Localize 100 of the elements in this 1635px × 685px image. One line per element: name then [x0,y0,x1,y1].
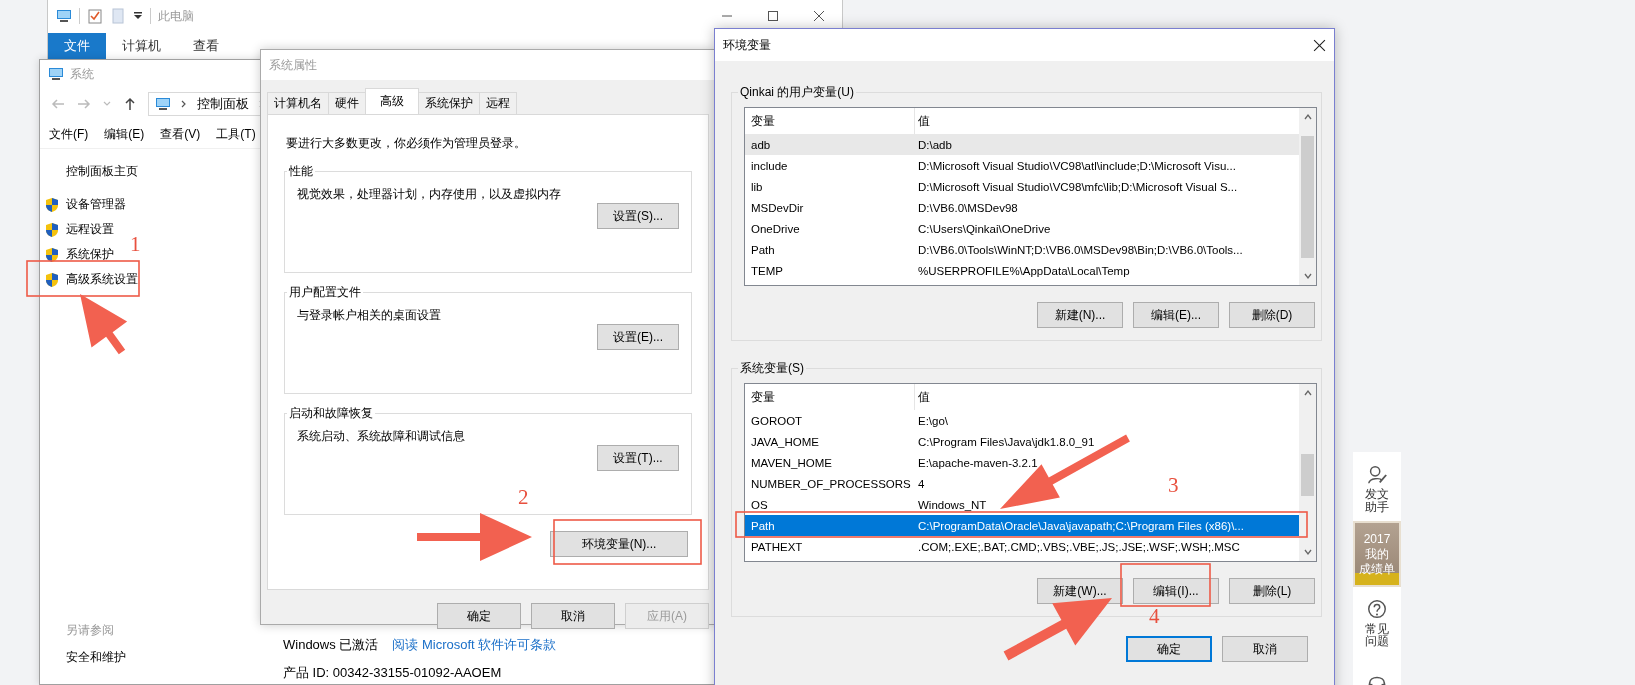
menu-item[interactable]: 编辑(E) [104,125,145,143]
menu-item[interactable]: 工具(T) [216,125,256,143]
table-cell-text: TEMP [750,264,784,277]
table-cell-text: D:\adb [917,138,952,151]
sidebar-link[interactable]: 控制面板主页 [66,163,260,180]
list-row[interactable]: TEMP %USERPROFILE%\AppData\Local\Temp [745,260,1130,281]
table-cell-text: 4 [917,477,925,490]
dialog-button[interactable]: 确定 [1126,636,1212,662]
tab[interactable]: 远程 [479,92,517,114]
tab[interactable]: 计算机名 [267,92,329,114]
notice-text: 要进行大多数更改，你必须作为管理员登录。 [286,135,527,152]
list-row[interactable]: MAVEN_HOME E:\apache-maven-3.2.1 [745,452,1038,473]
ribbon-tab[interactable]: 计算机 [106,33,177,59]
column-header[interactable]: 值 [915,108,930,134]
table-cell-text: E:\go\ [917,414,949,427]
sidebar-link[interactable]: 远程设置 [66,221,114,238]
scrollbar[interactable] [1299,384,1316,561]
activation-status: Windows 已激活 [283,636,379,654]
list-action-button[interactable]: 编辑(E)... [1133,302,1219,328]
table-cell-text: Path [750,519,776,532]
table-cell-text: adb [750,138,772,151]
menu-item[interactable]: 文件(F) [49,125,89,143]
table-cell-text: %USERPROFILE%\AppData\Local\Temp [917,264,1130,277]
scroll-thumb[interactable] [1301,454,1314,496]
shield-icon [44,221,60,238]
section-heading: 另请参阅 [66,622,115,639]
window-title: 环境变量 [723,36,771,54]
table-cell-text: include [750,159,789,172]
list-row[interactable]: NUMBER_OF_PROCESSORS 4 [745,473,925,494]
step-number: 1 [130,232,141,256]
list-row[interactable]: include D:\Microsoft Visual Studio\VC98\atl\include;D:\Microsoft Visu... [745,155,1236,176]
list-row[interactable]: Path D:\VB6.0\Tools\WinNT;D:\VB6.0\MSDev98\Bin;D:\VB6.0\Tools... [745,239,1243,260]
step-number: 4 [1149,604,1160,628]
list-row[interactable]: GOROOT E:\go\ [745,410,949,431]
table-cell-text: OneDrive [750,222,801,235]
settings-button[interactable]: 设置(T)... [597,445,679,471]
table-cell-text: OS [750,498,769,511]
table-cell-text: Windows_NT [917,498,987,511]
list-row[interactable]: JAVA_HOME C:\Program Files\Java\jdk1.8.0_91 [745,431,1095,452]
group-title: 系统变量(S) [739,360,805,377]
table-cell-text: Path [750,243,776,256]
table-cell-text: GOROOT [750,414,804,427]
window-title: 系统属性 [269,56,317,74]
table-cell-text: E:\apache-maven-3.2.1 [917,456,1038,469]
dialog-button[interactable]: 取消 [531,603,615,629]
side-tool-button[interactable]: 常见问题 [1365,586,1389,656]
list-row[interactable]: PATHEXT .COM;.EXE;.BAT;.CMD;.VBS;.VBE;.JS;.JSE;.WSF;.WSH;.MSC [745,536,1240,557]
list-row[interactable]: Path C:\ProgramData\Oracle\Java\javapath;C:\Program Files (x86)\... [745,515,1299,536]
list-action-button[interactable]: 新建(W)... [1037,578,1123,604]
list-action-button[interactable]: 新建(N)... [1037,302,1123,328]
breadcrumb-item[interactable]: 控制面板 [197,95,249,113]
list-row[interactable]: MSDevDir D:\VB6.0\MSDev98 [745,197,1018,218]
sidebar-link[interactable]: 高级系统设置 [66,271,138,288]
shield-icon [44,246,60,263]
sidebar-link[interactable]: 设备管理器 [66,196,126,213]
table-cell-text: C:\ProgramData\Oracle\Java\javapath;C:\Program Files (x86)\... [917,519,1244,532]
license-link[interactable]: 阅读 Microsoft 软件许可条款 [392,636,557,654]
list-row[interactable]: lib D:\Microsoft Visual Studio\VC98\mfc\lib;D:\Microsoft Visual S... [745,176,1238,197]
list-action-button[interactable]: 删除(L) [1229,578,1315,604]
ribbon-tab[interactable]: 查看 [177,33,235,59]
dialog-button[interactable]: 取消 [1222,636,1308,662]
table-cell-text: MSDevDir [750,201,805,214]
step-number: 3 [1168,473,1179,497]
table-cell-text: C:\Program Files\Java\jdk1.8.0_91 [917,435,1095,448]
table-cell-text: JAVA_HOME [750,435,820,448]
step-number: 2 [518,485,529,509]
dropdown-caret-icon[interactable] [133,11,143,21]
table-cell-text: D:\VB6.0\Tools\WinNT;D:\VB6.0\MSDev98\Bin;D:\VB6.0\Tools... [917,243,1243,256]
side-tool-button[interactable]: 发文助手 [1365,452,1389,522]
window-title: 此电脑 [158,7,194,25]
list-action-button[interactable]: 编辑(I)... [1133,578,1219,604]
ribbon-tab[interactable]: 文件 [48,33,106,59]
environment-variables-button[interactable]: 环境变量(N)... [550,531,688,557]
list-row[interactable]: OS Windows_NT [745,494,987,515]
list-row[interactable]: adb D:\adb [745,134,1299,155]
annotation-arrow [80,294,128,355]
person-pen-icon [1366,464,1388,486]
column-header[interactable]: 值 [915,384,930,410]
tab[interactable]: 高级 [365,88,419,114]
group-title: 启动和故障恢复 [288,405,374,422]
table-cell-text: PATHEXT [750,540,804,553]
close-icon[interactable] [1313,38,1326,52]
table-cell-text: lib [750,180,764,193]
sidebar-link[interactable]: 系统保护 [66,246,114,263]
group-description: 视觉效果，处理器计划，内存使用，以及虚拟内存 [297,186,562,203]
computer-icon[interactable] [56,8,72,24]
checklist-icon[interactable] [87,8,103,24]
list-row[interactable]: OneDrive C:\Users\Qinkai\OneDrive [745,218,1051,239]
settings-button[interactable]: 设置(S)... [597,203,679,229]
settings-button[interactable]: 设置(E)... [597,324,679,350]
sidebar-link[interactable]: 安全和维护 [66,649,260,666]
scroll-thumb[interactable] [1301,136,1314,258]
dialog-button[interactable]: 确定 [437,603,521,629]
table-cell-text: NUMBER_OF_PROCESSORS [750,477,912,490]
scrollbar[interactable] [1299,108,1316,285]
window-title: 系统 [70,65,94,83]
list-action-button[interactable]: 删除(D) [1229,302,1315,328]
column-header[interactable]: 变量 [745,384,915,410]
shield-icon [44,271,60,288]
menu-item[interactable]: 查看(V) [160,125,201,143]
